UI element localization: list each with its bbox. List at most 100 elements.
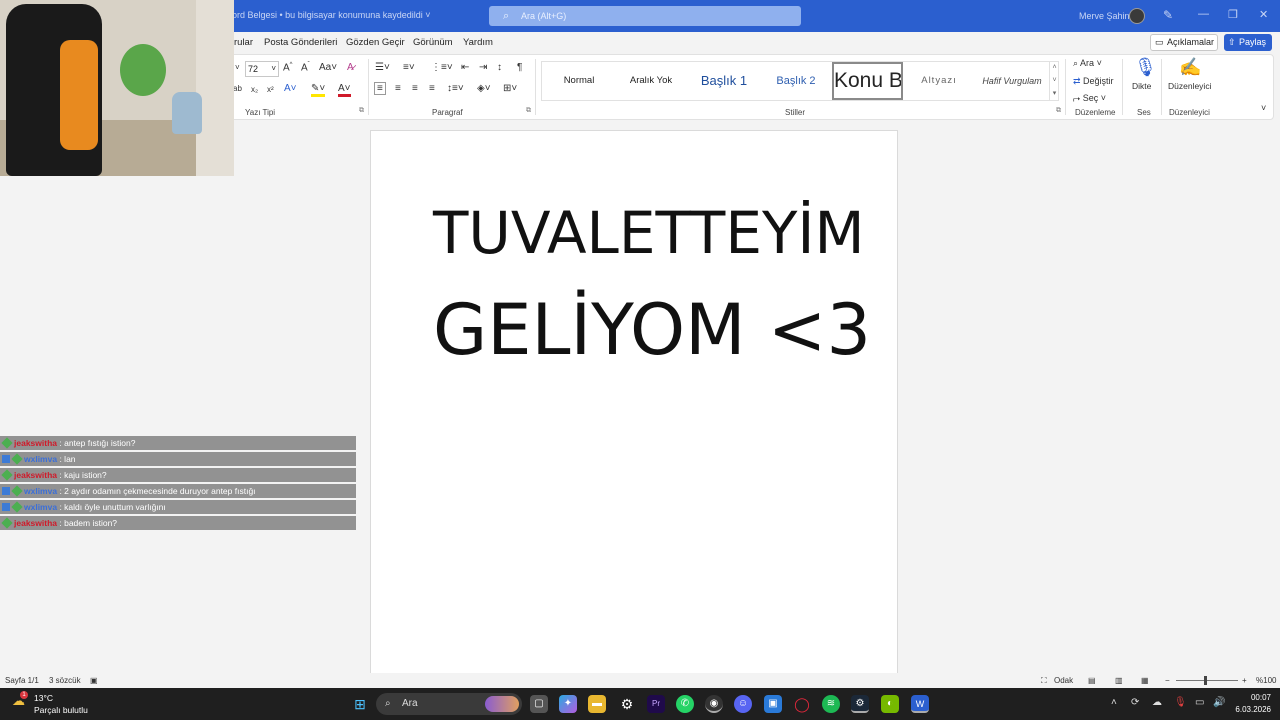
replace-button[interactable]: ⇄ Değiştir [1073,76,1114,87]
shrink-font-icon[interactable]: Aˇ [301,62,310,73]
zoom-out-icon[interactable]: − [1165,676,1170,685]
tab-view[interactable]: Görünüm [413,37,453,48]
pilcrow-icon[interactable]: ¶ [517,62,522,73]
chevron-up-icon[interactable]: ˄ [1050,61,1059,74]
page-count[interactable]: Sayfa 1/1 [5,676,39,685]
title-search-box[interactable]: ⌕ Ara (Alt+G) [489,6,801,26]
document-text-line-1[interactable]: TUVALETTEYİM [433,199,865,267]
chevron-down-icon[interactable]: ˅ [1050,74,1059,87]
taskbar-search[interactable]: ⌕ Ara [376,693,522,715]
whatsapp-icon[interactable]: ✆ [676,695,694,713]
discord-icon[interactable]: ☺ [734,695,752,713]
font-color-icon[interactable]: A˅ [338,83,351,97]
tab-references[interactable]: rular [234,37,253,48]
nvidia-icon[interactable]: ◐ [881,695,899,713]
style-heading-2[interactable]: Başlık 2 [762,62,830,100]
microphone-icon[interactable]: 🎙 [1134,57,1157,78]
strikethrough-icon[interactable]: ab [233,84,242,93]
pen-icon[interactable]: ✎ [1163,8,1173,22]
weather-temperature[interactable]: 13°C [34,693,53,703]
change-case-icon[interactable]: Aa˅ [319,62,337,73]
grow-font-icon[interactable]: A^ [283,62,293,73]
font-name-dropdown-icon[interactable]: ˅ [235,63,240,72]
comments-button[interactable]: ▭ Açıklamalar [1150,34,1218,51]
volume-icon[interactable]: 🔊 [1213,697,1225,708]
zoom-in-icon[interactable]: + [1242,676,1247,685]
collapse-ribbon-icon[interactable]: ˅ [1261,103,1266,113]
superscript-icon[interactable]: x² [267,85,274,94]
recording-app-icon[interactable]: ◉ [705,695,723,713]
read-mode-icon[interactable]: ▤ [1088,676,1096,685]
justify-icon[interactable]: ≡ [429,83,435,94]
windows-start-icon[interactable]: ⊞ [351,695,369,713]
zoom-level[interactable]: %100 [1256,676,1276,685]
line-spacing-icon[interactable]: ↕≡˅ [447,83,464,94]
sort-icon[interactable]: ↕ [497,62,502,73]
minimize-icon[interactable]: — [1198,8,1209,20]
style-heading-1[interactable]: Başlık 1 [688,62,760,100]
document-text-line-2[interactable]: GELİYOM <3 [433,289,871,371]
document-page[interactable]: TUVALETTEYİM GELİYOM <3 [370,130,898,675]
document-title[interactable]: ord Belgesi • bu bilgisayar konumuna kay… [232,10,431,20]
font-size-select[interactable]: 72 ˅ [245,61,279,77]
close-icon[interactable]: ✕ [1259,8,1268,21]
proofing-icon[interactable]: ▣ [90,676,98,685]
task-view-icon[interactable]: ▢ [530,695,548,713]
shading-icon[interactable]: ◈˅ [477,83,491,94]
settings-gear-icon[interactable]: ⚙ [618,695,636,713]
clock-time[interactable]: 00:07 [1233,693,1271,702]
clock-date[interactable]: 6.03.2026 [1227,705,1271,714]
style-subtitle[interactable]: Altyazı [905,62,973,100]
dialog-launcher-icon[interactable]: ⧉ [526,107,531,115]
word-icon[interactable]: W [911,695,929,713]
dialog-launcher-icon[interactable]: ⧉ [1056,107,1061,115]
editor-button-label[interactable]: Düzenleyici [1168,81,1211,91]
microphone-muted-icon[interactable]: 🎙 [1174,697,1187,708]
focus-icon[interactable]: ⛶ [1041,676,1047,686]
user-avatar[interactable] [1129,8,1145,24]
style-no-spacing[interactable]: Aralık Yok [616,62,686,100]
file-explorer-icon[interactable]: ▬ [588,695,606,713]
dialog-launcher-icon[interactable]: ⧉ [359,107,364,115]
clear-formatting-icon[interactable]: A̷ [347,62,354,73]
image-app-icon[interactable]: ▣ [764,695,782,713]
align-left-icon[interactable]: ≡ [374,82,386,95]
zoom-slider-thumb[interactable] [1204,676,1207,685]
subscript-icon[interactable]: x₂ [251,85,258,94]
focus-label[interactable]: Odak [1054,676,1073,685]
decrease-indent-icon[interactable]: ⇤ [461,62,469,73]
borders-icon[interactable]: ⊞˅ [503,83,517,94]
align-right-icon[interactable]: ≡ [412,83,418,94]
highlight-icon[interactable]: ✎˅ [311,83,326,97]
style-title[interactable]: Konu B [832,62,903,100]
steam-icon[interactable]: ⚙ [851,695,869,713]
share-button[interactable]: ⇧ Paylaş [1224,34,1272,51]
editor-icon[interactable]: ✍ [1179,57,1201,78]
dictate-label[interactable]: Dikte [1132,81,1151,91]
restore-icon[interactable]: ❐ [1228,8,1238,21]
weather-description[interactable]: Parçalı bulutlu [34,705,88,715]
text-effects-icon[interactable]: A˅ [284,83,297,94]
user-name[interactable]: Merve Şahin [1079,11,1130,21]
onedrive-icon[interactable]: ☁ [1152,697,1162,708]
style-normal[interactable]: Normal [546,62,612,100]
spotify-icon[interactable]: ≋ [822,695,840,713]
more-styles-icon[interactable]: ▾ [1050,87,1059,100]
multilevel-list-icon[interactable]: ⋮≡˅ [431,62,453,73]
tab-review[interactable]: Gözden Geçir [346,37,405,48]
tab-mailings[interactable]: Posta Gönderileri [264,37,337,48]
styles-scroll[interactable]: ˄ ˅ ▾ [1049,61,1059,101]
print-layout-icon[interactable]: ▥ [1115,676,1123,685]
increase-indent-icon[interactable]: ⇥ [479,62,487,73]
chevron-up-icon[interactable]: ˄ [1111,697,1117,708]
select-button[interactable]: ⮣ Seç ˅ [1073,93,1106,104]
word-count[interactable]: 3 sözcük [49,676,81,685]
web-layout-icon[interactable]: ▦ [1141,676,1149,685]
style-subtle-emphasis[interactable]: Hafif Vurgulam [975,62,1049,100]
numbering-icon[interactable]: ≡˅ [403,62,415,73]
bullets-icon[interactable]: ☰˅ [375,62,390,73]
network-icon[interactable]: ▭ [1195,697,1204,708]
align-center-icon[interactable]: ≡ [395,83,401,94]
sync-icon[interactable]: ⟳ [1131,697,1139,708]
copilot-icon[interactable]: ✦ [559,695,577,713]
